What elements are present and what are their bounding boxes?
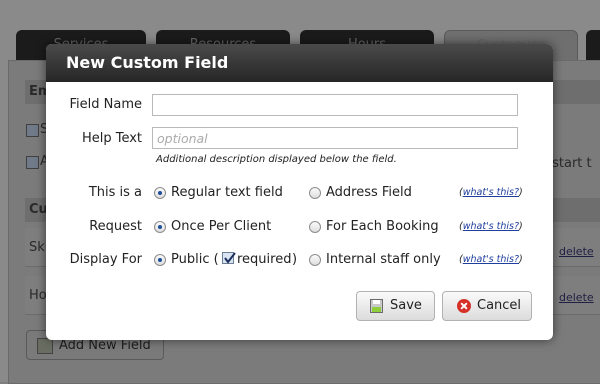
field-type-label: This is a bbox=[88, 185, 142, 200]
help-text-label: Help Text bbox=[81, 131, 142, 146]
option-regular-text-field: Regular text field bbox=[171, 185, 283, 200]
whats-this-help-3: (what's this?) bbox=[459, 254, 523, 265]
required-label: required bbox=[237, 252, 292, 267]
radio-once-per-client[interactable] bbox=[154, 221, 166, 233]
help-text-input[interactable] bbox=[152, 127, 518, 149]
whats-this-link[interactable]: what's this? bbox=[463, 221, 519, 232]
save-icon bbox=[370, 299, 383, 313]
whats-this-link[interactable]: what's this? bbox=[463, 187, 519, 198]
dialog-title: New Custom Field bbox=[46, 44, 553, 82]
bg-checkbox-2[interactable] bbox=[26, 156, 39, 169]
save-button[interactable]: Save bbox=[356, 291, 435, 321]
option-public: Public ( bbox=[171, 252, 219, 267]
option-internal-staff-only: Internal staff only bbox=[326, 252, 441, 267]
radio-address-field[interactable] bbox=[309, 187, 321, 199]
radio-public[interactable] bbox=[154, 254, 166, 266]
delete-link[interactable]: delete bbox=[559, 291, 594, 304]
close-paren: ) bbox=[292, 252, 298, 267]
request-label: Request bbox=[89, 219, 142, 234]
display-for-label: Display For bbox=[69, 252, 142, 267]
bg-checkbox-1[interactable] bbox=[26, 124, 39, 137]
option-address-field: Address Field bbox=[326, 185, 412, 200]
help-text-hint: Additional description displayed below t… bbox=[156, 154, 397, 165]
radio-for-each-booking[interactable] bbox=[309, 221, 321, 233]
field-name-label: Field Name bbox=[69, 97, 143, 112]
field-name-input[interactable] bbox=[152, 94, 518, 116]
new-custom-field-dialog: New Custom Field Field Name Help Text Ad… bbox=[46, 44, 553, 340]
option-once-per-client: Once Per Client bbox=[171, 219, 272, 234]
checkmark-icon bbox=[224, 252, 236, 264]
cancel-icon bbox=[457, 299, 471, 313]
cancel-button[interactable]: Cancel bbox=[442, 291, 532, 321]
required-checkbox[interactable] bbox=[222, 252, 236, 264]
radio-regular-text-field[interactable] bbox=[154, 187, 166, 199]
radio-internal-staff-only[interactable] bbox=[309, 254, 321, 266]
delete-link[interactable]: delete bbox=[559, 245, 594, 258]
add-field-icon bbox=[37, 338, 53, 354]
whats-this-help-1: (what's this?) bbox=[459, 187, 523, 198]
whats-this-help-2: (what's this?) bbox=[459, 221, 523, 232]
whats-this-link[interactable]: what's this? bbox=[463, 254, 519, 265]
option-for-each-booking: For Each Booking bbox=[326, 219, 439, 234]
